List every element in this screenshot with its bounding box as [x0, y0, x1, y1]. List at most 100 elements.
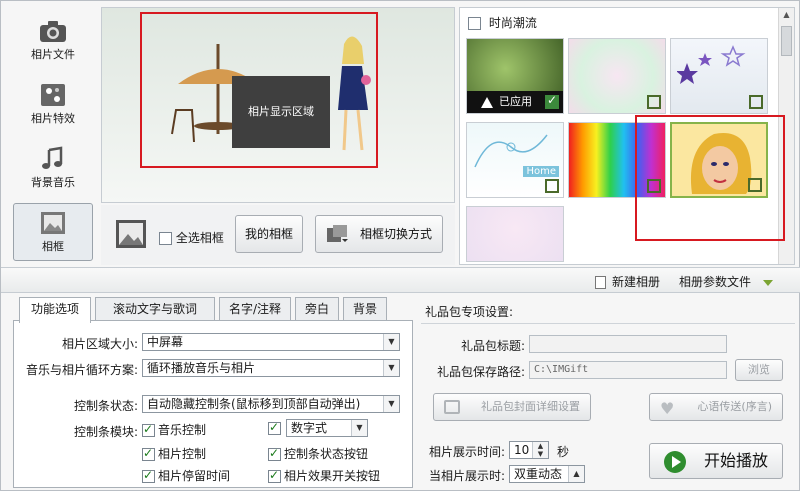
scroll-thumb[interactable]	[781, 26, 792, 56]
checkbox[interactable]	[268, 420, 281, 435]
tab-name-notes[interactable]: 名字/注释	[219, 297, 291, 321]
photo-control-checkbox[interactable]: 相片控制	[142, 445, 206, 462]
sidebar: 相片文件 相片特效 背景音乐 相框	[7, 7, 99, 263]
new-album-button[interactable]: 新建相册	[595, 273, 660, 290]
checkbox[interactable]	[268, 468, 281, 483]
sidebar-item-frame[interactable]: 相框	[13, 203, 93, 261]
checkbox[interactable]	[159, 232, 172, 245]
browse-button[interactable]: 浏览	[735, 359, 783, 381]
sidebar-item-label: 背景音乐	[31, 176, 75, 189]
start-label: 开始播放	[703, 451, 768, 470]
tab-narration[interactable]: 旁白	[295, 297, 339, 321]
checkbox-label: 控制条状态按钮	[284, 447, 369, 461]
control-module-label: 控制条模块:	[73, 425, 138, 439]
gift-title-label: 礼品包标题:	[460, 339, 525, 353]
checkbox-label: 相片控制	[158, 447, 207, 461]
loop-scheme-select[interactable]: 循环播放音乐与相片 ▼	[142, 359, 400, 377]
status-button-checkbox[interactable]: 控制条状态按钮	[268, 445, 368, 462]
frame-select-checkbox[interactable]	[545, 179, 559, 193]
photo-display-area: 相片显示区域	[140, 12, 378, 168]
sidebar-item-label: 相框	[42, 240, 64, 253]
switch-frames-icon	[327, 225, 348, 242]
digital-style-checkbox[interactable]	[268, 420, 284, 435]
gift-save-path-input[interactable]: C:\IMGift	[529, 361, 727, 379]
tab-background[interactable]: 背景	[343, 297, 387, 321]
effects-icon	[41, 84, 65, 106]
start-playback-button[interactable]: 开始播放	[649, 443, 783, 479]
frame-thumb-bokeh[interactable]	[568, 38, 666, 114]
checkbox-label: 音乐控制	[158, 423, 207, 437]
when-display-label: 当相片展示时:	[428, 469, 505, 483]
gift-cover-settings-button[interactable]: 礼品包封面详细设置	[433, 393, 591, 421]
chevron-down-icon: ▼	[383, 396, 399, 412]
frame-icon	[41, 212, 65, 234]
photo-area-size-select[interactable]: 中屏幕 ▼	[142, 333, 400, 351]
checkbox-label: 相片停留时间	[158, 469, 231, 483]
select-value: 中屏幕	[147, 335, 184, 349]
message-preface-button[interactable]: ♥ 心语传送(序言)	[649, 393, 783, 421]
chevron-down-icon: ▼	[383, 334, 399, 350]
stepper-value: 10	[514, 443, 530, 457]
frame-toolbar: 全选相框 我的相框 相框切换方式	[101, 205, 455, 265]
select-value: 双重动态	[514, 467, 563, 481]
album-params-label: 相册参数文件	[679, 275, 752, 289]
checkbox[interactable]	[142, 422, 155, 437]
album-bar: 新建相册 相册参数文件	[1, 267, 800, 293]
frame-select-checkbox[interactable]	[545, 93, 559, 109]
camera-icon	[40, 21, 66, 42]
digital-style-select[interactable]: 数字式 ▼	[286, 419, 368, 437]
frame-thumb-home[interactable]: Home	[466, 122, 564, 198]
select-all-frames-checkbox[interactable]: 全选相框	[159, 229, 224, 246]
gift-section-title: 礼品包专项设置:	[425, 305, 514, 319]
category-fashion[interactable]: 时尚潮流	[468, 14, 537, 31]
function-options-panel: 相片区域大小: 中屏幕 ▼ 音乐与相片循环方案: 循环播放音乐与相片 ▼ 控制条状态…	[13, 320, 413, 488]
scroll-up-arrow[interactable]: ▲	[781, 10, 792, 21]
sidebar-item-background-music[interactable]: 背景音乐	[13, 139, 93, 195]
heart-icon: ♥	[660, 399, 675, 418]
select-value: 循环播放音乐与相片	[147, 361, 256, 375]
loop-scheme-label: 音乐与相片循环方案:	[25, 363, 138, 377]
select-value: 自动隐藏控制条(鼠标移到顶部自动弹出)	[147, 397, 361, 411]
display-time-label: 相片展示时间:	[428, 445, 505, 459]
frame-select-checkbox[interactable]	[647, 95, 661, 109]
display-time-stepper[interactable]: 10 ▲ ▼	[509, 441, 549, 459]
checkbox[interactable]	[268, 446, 281, 461]
new-album-icon	[595, 276, 606, 289]
sidebar-item-label: 相片特效	[31, 112, 75, 125]
seconds-unit: 秒	[557, 445, 570, 459]
control-bar-state-select[interactable]: 自动隐藏控制条(鼠标移到顶部自动弹出) ▼	[142, 395, 400, 413]
my-frames-button[interactable]: 我的相框	[235, 215, 303, 253]
dropdown-arrow-icon	[762, 279, 773, 286]
sidebar-item-photo-effects[interactable]: 相片特效	[13, 75, 93, 131]
category-label: 时尚潮流	[488, 16, 537, 30]
tab-scrolling-text-lyrics[interactable]: 滚动文字与歌词	[95, 297, 215, 321]
when-display-select[interactable]: 双重动态 ▲	[509, 465, 585, 483]
album-params-menu[interactable]: 相册参数文件	[679, 273, 773, 290]
select-all-label: 全选相框	[175, 231, 224, 245]
switch-mode-label: 相框切换方式	[359, 227, 432, 241]
frame-select-checkbox[interactable]	[749, 95, 763, 109]
frame-switch-mode-button[interactable]: 相框切换方式	[315, 215, 443, 253]
frame-thumb-pink[interactable]	[466, 206, 564, 262]
picture-frame-icon	[116, 220, 146, 248]
frame-thumb-leaves[interactable]: 已应用	[466, 38, 564, 114]
divider	[421, 323, 795, 324]
frame-preview: 相片显示区域	[101, 7, 455, 203]
gift-package-settings: 礼品包专项设置: 礼品包标题: 礼品包保存路径: C:\IMGift 浏览 礼品…	[421, 297, 795, 435]
sidebar-item-label: 相片文件	[31, 48, 75, 61]
gift-save-path-label: 礼品包保存路径:	[436, 365, 525, 379]
select-value: 数字式	[291, 421, 328, 435]
app-window: 相片文件 相片特效 背景音乐 相框 相片显示区域 全选相框 我的相框 相框切换方…	[0, 0, 800, 491]
tab-function-options[interactable]: 功能选项	[19, 297, 91, 323]
music-control-checkbox[interactable]: 音乐控制	[142, 421, 206, 438]
checkbox[interactable]	[142, 446, 155, 461]
checkbox[interactable]	[142, 468, 155, 483]
sidebar-item-photo-files[interactable]: 相片文件	[13, 11, 93, 67]
photo-dwell-checkbox[interactable]: 相片停留时间	[142, 467, 230, 484]
category-checkbox[interactable]	[468, 17, 481, 30]
gift-title-input[interactable]	[529, 335, 727, 353]
effect-toggle-checkbox[interactable]: 相片效果开关按钮	[268, 467, 380, 484]
play-icon	[664, 451, 686, 473]
frame-thumb-stars[interactable]	[670, 38, 768, 114]
stepper-arrows-icon[interactable]: ▲ ▼	[532, 442, 548, 458]
